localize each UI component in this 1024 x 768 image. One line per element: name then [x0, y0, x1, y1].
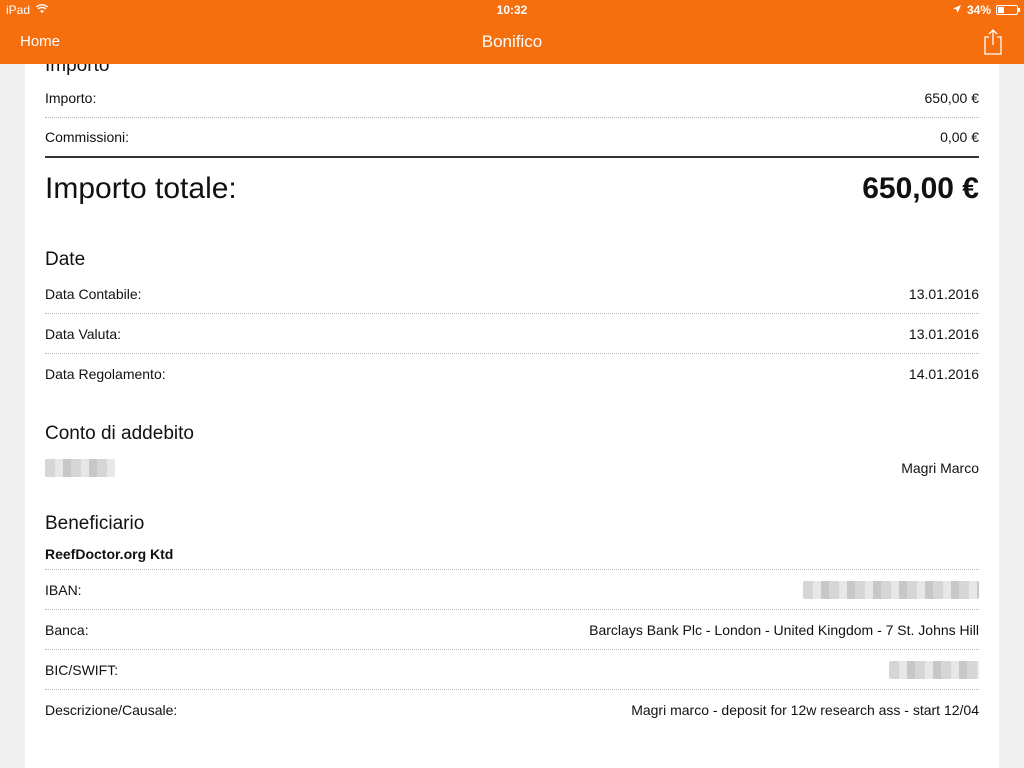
section-title-conto: Conto di addebito — [45, 423, 194, 444]
row-conto: Magri Marco — [45, 448, 979, 488]
row-value: 14.01.2016 — [908, 366, 979, 382]
row-value: 0,00 € — [940, 129, 979, 145]
row-label: IBAN: — [45, 581, 82, 598]
page-title: Bonifico — [481, 32, 543, 51]
row-banca: Banca: Barclays Bank Plc - London - Unit… — [45, 610, 979, 650]
row-importo: Importo: 650,00 € — [45, 78, 979, 118]
row-data-contabile: Data Contabile: 13.01.2016 — [45, 274, 979, 314]
navigation-bar: Home Bonifico — [0, 20, 1024, 64]
battery-icon — [996, 5, 1020, 15]
redacted-account-number — [45, 459, 115, 477]
row-label: Data Regolamento: — [45, 366, 166, 382]
row-label: Descrizione/Causale: — [45, 702, 178, 718]
section-title-importo: Importo — [45, 64, 110, 76]
row-iban: IBAN: — [45, 570, 979, 610]
share-icon[interactable] — [982, 28, 1004, 56]
row-descrizione: Descrizione/Causale: Magri marco - depos… — [45, 690, 979, 730]
row-value: 13.01.2016 — [908, 325, 979, 342]
row-label: BIC/SWIFT: — [45, 661, 119, 678]
row-value: 13.01.2016 — [908, 285, 979, 302]
row-label: Commissioni: — [45, 129, 130, 145]
location-arrow-icon — [952, 3, 962, 17]
row-label: Data Contabile: — [45, 285, 142, 302]
status-bar: iPad 10:32 34% — [0, 0, 1024, 20]
clock: 10:32 — [496, 3, 528, 17]
total-value: 650,00 € — [862, 172, 979, 205]
row-value: 650,00 € — [924, 89, 980, 106]
battery-percent: 34% — [966, 3, 991, 17]
total-label: Importo totale: — [45, 172, 237, 205]
row-label: Data Valuta: — [45, 325, 122, 342]
row-label: Banca: — [45, 621, 89, 638]
section-title-date: Date — [45, 249, 86, 270]
redacted-iban — [803, 580, 979, 599]
row-data-valuta: Data Valuta: 13.01.2016 — [45, 314, 979, 354]
row-commissioni: Commissioni: 0,00 € — [45, 118, 979, 158]
total-row: Importo totale: 650,00 € — [45, 158, 979, 220]
row-bic: BIC/SWIFT: — [45, 650, 979, 690]
row-value: Magri marco - deposit for 12w research a… — [631, 702, 979, 718]
redacted-bic — [889, 660, 979, 679]
account-holder: Magri Marco — [901, 460, 979, 476]
beneficiary-name: ReefDoctor.org Ktd — [45, 538, 979, 570]
row-value: Barclays Bank Plc - London - United King… — [589, 621, 979, 638]
section-title-beneficiario: Beneficiario — [45, 513, 145, 534]
row-label: Importo: — [45, 89, 97, 106]
transfer-detail-panel: Importo Importo: 650,00 € Commissioni: 0… — [25, 64, 999, 768]
row-data-regolamento: Data Regolamento: 14.01.2016 — [45, 354, 979, 394]
